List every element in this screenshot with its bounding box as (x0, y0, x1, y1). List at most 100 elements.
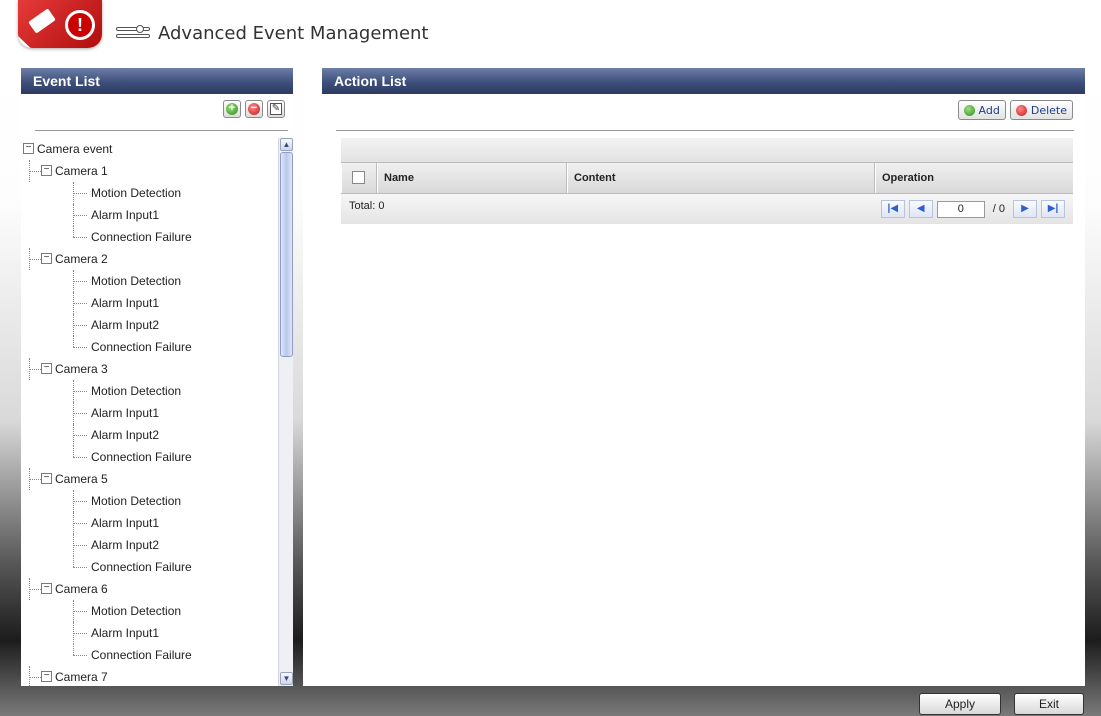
title-bar: Advanced Event Management (116, 20, 429, 46)
tree-connector (73, 435, 87, 436)
scroll-down-icon[interactable]: ▼ (280, 672, 293, 685)
tree-event-item[interactable]: Alarm Input1 (21, 512, 278, 534)
tree-event-item[interactable]: Alarm Input1 (21, 204, 278, 226)
tree-camera[interactable]: − Camera 2 (21, 248, 278, 270)
event-list-panel: + − ✎ − Camera event − Camera 1 Motion Detec… (21, 94, 293, 686)
tree-event-item[interactable]: Alarm Input1 (21, 402, 278, 424)
previous-page-button[interactable]: ◀ (908, 200, 933, 218)
tree-item-label: Alarm Input2 (91, 428, 160, 442)
action-list-header: Action List (322, 68, 1085, 94)
tree-item-label: Camera 2 (55, 252, 108, 266)
tree-event-item[interactable]: Connection Failure (21, 446, 278, 468)
remove-icon: − (248, 103, 260, 115)
tree-connector (73, 611, 87, 612)
tree-event-item[interactable]: Alarm Input2 (21, 314, 278, 336)
tree-event-item[interactable]: Alarm Input1 (21, 292, 278, 314)
apply-button[interactable]: Apply (919, 693, 1001, 715)
tree-item-label: Camera 7 (55, 670, 108, 684)
tree-connector (73, 325, 87, 326)
tree-root[interactable]: − Camera event (21, 138, 278, 160)
tree-connector (73, 413, 87, 414)
collapse-toggle-icon[interactable]: − (41, 473, 52, 484)
tree-connector (73, 523, 87, 524)
tree-connector (29, 171, 41, 172)
tree-scrollbar[interactable]: ▲ ▼ (278, 138, 293, 686)
tree-item-label: Camera 6 (55, 582, 108, 596)
tree-event-item[interactable]: Alarm Input2 (21, 534, 278, 556)
tree-item-label: Connection Failure (91, 450, 192, 464)
app-logo: ! (18, 0, 102, 48)
alert-icon: ! (65, 10, 95, 40)
remove-event-button[interactable]: − (245, 100, 263, 118)
collapse-toggle-icon[interactable]: − (41, 671, 52, 682)
tree-item-label: Motion Detection (91, 186, 182, 200)
next-page-button[interactable]: ▶ (1013, 200, 1037, 218)
tree-event-item[interactable]: Alarm Input1 (21, 622, 278, 644)
tree-event-item[interactable]: Connection Failure (21, 336, 278, 358)
exit-button[interactable]: Exit (1014, 693, 1084, 715)
edit-event-button[interactable]: ✎ (267, 100, 285, 118)
tree-event-item[interactable]: Connection Failure (21, 226, 278, 248)
tree-item-label: Alarm Input1 (91, 406, 160, 420)
column-header-name[interactable]: Name (377, 163, 567, 193)
tree-connector (29, 259, 41, 260)
edit-icon: ✎ (270, 103, 282, 115)
delete-action-button[interactable]: Delete (1009, 100, 1073, 120)
select-all-checkbox[interactable] (352, 171, 365, 184)
tree-event-item[interactable]: Motion Detection (21, 600, 278, 622)
tree-connector (29, 666, 30, 686)
tree-connector (29, 369, 41, 370)
add-action-button[interactable]: Add (957, 100, 1006, 120)
collapse-toggle-icon[interactable]: − (41, 253, 52, 264)
tree-item-label: Connection Failure (91, 340, 192, 354)
tree-connector (29, 677, 41, 678)
tree-connector (73, 347, 87, 348)
footer-bar: Apply Exit (0, 686, 1101, 716)
settings-sliders-icon (116, 25, 150, 40)
column-header-operation[interactable]: Operation (875, 163, 1073, 193)
page-number-input[interactable]: 0 (936, 200, 985, 218)
collapse-toggle-icon[interactable]: − (23, 143, 34, 154)
tree-connector (73, 336, 74, 347)
tree-camera[interactable]: − Camera 6 (21, 578, 278, 600)
tree-connector (73, 446, 74, 457)
add-icon: + (226, 103, 238, 115)
scroll-up-icon[interactable]: ▲ (280, 138, 293, 151)
add-event-button[interactable]: + (223, 100, 241, 118)
add-icon (963, 104, 975, 116)
tree-item-label: Camera event (37, 142, 113, 156)
tree-camera[interactable]: − Camera 5 (21, 468, 278, 490)
tree-item-label: Motion Detection (91, 384, 182, 398)
tree-connector (73, 567, 87, 568)
tree-event-item[interactable]: Connection Failure (21, 644, 278, 666)
tree-event-item[interactable]: Motion Detection (21, 490, 278, 512)
column-header-content[interactable]: Content (567, 163, 875, 193)
tree-item-label: Motion Detection (91, 604, 182, 618)
tree-camera[interactable]: − Camera 1 (21, 160, 278, 182)
tree-camera[interactable]: − Camera 3 (21, 358, 278, 380)
tree-event-item[interactable]: Motion Detection (21, 182, 278, 204)
event-tree: − Camera event − Camera 1 Motion Detection Al… (21, 138, 278, 686)
event-toolbar: + − ✎ (223, 100, 285, 118)
scrollbar-thumb[interactable] (280, 152, 293, 357)
last-page-button[interactable]: ▶| (1041, 200, 1065, 218)
collapse-toggle-icon[interactable]: − (41, 363, 52, 374)
tree-connector (73, 633, 87, 634)
action-list-panel: Add Delete Name Content Operation Total:… (303, 94, 1085, 686)
tree-item-label: Connection Failure (91, 560, 192, 574)
tree-event-item[interactable]: Motion Detection (21, 380, 278, 402)
tree-event-item[interactable]: Connection Failure (21, 556, 278, 578)
first-page-button[interactable]: |◀ (880, 200, 905, 218)
tree-event-item[interactable]: Alarm Input2 (21, 424, 278, 446)
tree-connector (73, 655, 87, 656)
tree-connector (73, 226, 74, 237)
tree-connector (73, 193, 87, 194)
action-toolbar: Add Delete (957, 100, 1073, 120)
collapse-toggle-icon[interactable]: − (41, 583, 52, 594)
collapse-toggle-icon[interactable]: − (41, 165, 52, 176)
tree-camera[interactable]: − Camera 7 (21, 666, 278, 686)
tree-item-label: Alarm Input2 (91, 538, 160, 552)
action-grid: Name Content Operation Total: 0 |◀ ◀ 0 /… (341, 138, 1073, 224)
tree-event-item[interactable]: Motion Detection (21, 270, 278, 292)
tree-connector (73, 457, 87, 458)
